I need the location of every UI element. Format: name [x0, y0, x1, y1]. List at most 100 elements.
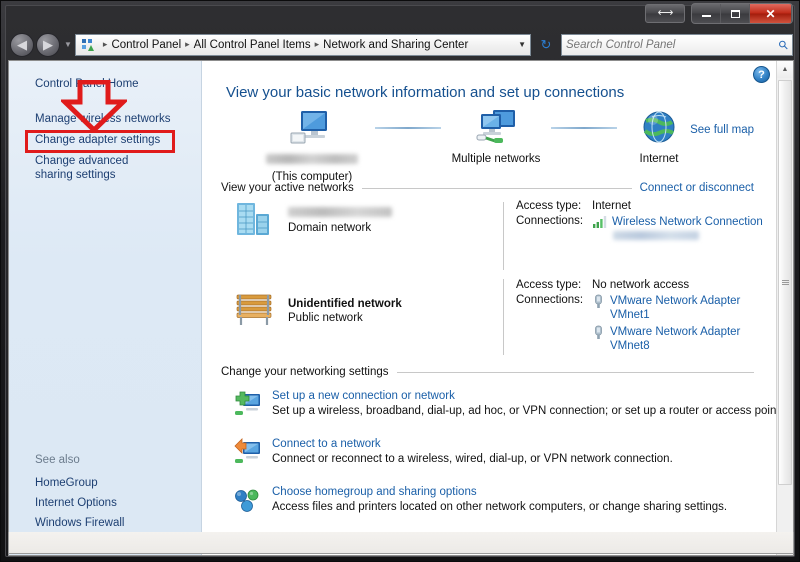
sidebar-item-internet-options[interactable]: Internet Options — [9, 493, 201, 513]
map-node-this-computer[interactable]: (This computer) — [247, 108, 377, 183]
active-networks-list: Domain network Access type: Internet Con… — [203, 198, 776, 365]
client-area: Control Panel Home Manage wireless netwo… — [8, 60, 794, 556]
wireless-ssid-blurred — [613, 231, 699, 240]
task-choose-homegroup: Choose homegroup and sharing options Acc… — [233, 486, 727, 513]
breadcrumb-separator: ▸ — [103, 39, 108, 50]
set-up-new-connection-description: Set up a wireless, broadband, dial-up, a… — [272, 405, 776, 417]
wireless-network-connection-link[interactable]: Wireless Network Connection — [612, 215, 763, 229]
breadcrumb-item-network-and-sharing-center[interactable]: Network and Sharing Center — [323, 39, 468, 51]
content-scroll-region: ? View your basic network information an… — [203, 61, 776, 555]
active-networks-title: View your active networks — [221, 182, 354, 194]
minimize-icon — [702, 15, 711, 17]
sidebar-item-windows-firewall[interactable]: Windows Firewall — [9, 513, 201, 533]
back-arrow-icon: ◀ — [17, 38, 27, 51]
refresh-icon: ↻ — [541, 37, 552, 53]
divider — [503, 279, 504, 355]
breadcrumb[interactable]: ▸ Control Panel ▸ All Control Panel Item… — [75, 34, 531, 56]
vmware-adapter-vmnet8-link[interactable]: VMware Network Adapter VMnet8 — [610, 325, 758, 353]
network-name-block: Unidentified network Public network — [288, 289, 402, 324]
network-identity[interactable]: Domain network — [233, 198, 392, 242]
see-full-map-link[interactable]: See full map — [690, 124, 754, 136]
scrollbar-grip-icon — [782, 279, 789, 286]
sidebar-links: Control Panel Home Manage wireless netwo… — [9, 61, 201, 184]
help-button[interactable]: ? — [753, 66, 770, 83]
network-details-domain: Access type: Internet Connections: — [516, 200, 763, 243]
connections-row: Connections: — [516, 215, 763, 240]
sidebar-item-homegroup[interactable]: HomeGroup — [9, 473, 201, 493]
divider — [397, 372, 755, 373]
see-also-section: See also HomeGroup Internet Options Wind… — [9, 454, 201, 533]
access-type-label: Access type: — [516, 279, 592, 291]
back-button[interactable]: ◀ — [10, 33, 34, 57]
access-type-row: Access type: Internet — [516, 200, 763, 212]
domain-server-icon — [233, 198, 277, 242]
connections-label: Connections: — [516, 215, 592, 227]
caption-button-group: ⟷ ✕ — [645, 3, 793, 24]
chevron-down-icon[interactable]: ▼ — [518, 35, 526, 55]
map-node-multiple-networks[interactable]: Multiple networks — [441, 108, 551, 165]
access-type-label: Access type: — [516, 200, 592, 212]
connection-item[interactable]: VMware Network Adapter VMnet8 — [592, 325, 758, 353]
sidebar: Control Panel Home Manage wireless netwo… — [9, 61, 202, 555]
choose-homegroup-link[interactable]: Choose homegroup and sharing options — [272, 486, 727, 498]
breadcrumb-separator: ▸ — [185, 39, 190, 50]
window-frame: ⟷ ✕ ◀ ▶ ▼ — [0, 0, 800, 562]
maximize-button[interactable] — [721, 4, 750, 23]
breadcrumb-item-control-panel[interactable]: Control Panel — [111, 39, 181, 51]
change-settings-header: Change your networking settings — [221, 366, 754, 378]
see-also-title: See also — [9, 454, 201, 473]
wireless-signal-icon — [592, 215, 607, 229]
computer-icon — [289, 108, 335, 148]
window-controls: ✕ — [691, 3, 793, 24]
search-input[interactable] — [566, 39, 779, 51]
globe-icon — [639, 108, 679, 148]
network-name-block: Domain network — [288, 198, 392, 234]
divider — [503, 202, 504, 270]
sidebar-item-change-adapter-settings[interactable]: Change adapter settings — [9, 131, 201, 149]
sidebar-item-manage-wireless-networks[interactable]: Manage wireless networks — [9, 110, 201, 128]
breadcrumb-separator: ▸ — [315, 39, 320, 50]
title-bar[interactable]: ⟷ ✕ — [1, 1, 800, 29]
map-node-internet[interactable]: Internet — [617, 108, 701, 165]
set-up-new-connection-link[interactable]: Set up a new connection or network — [272, 390, 776, 402]
left-right-arrow-icon: ⟷ — [658, 8, 673, 19]
connections-list: Wireless Network Connection — [592, 215, 763, 240]
scrollbar-thumb[interactable] — [778, 80, 792, 485]
multiple-networks-icon — [473, 108, 519, 148]
access-type-value: Internet — [592, 200, 631, 212]
content-pane: ? View your basic network information an… — [203, 61, 793, 555]
network-entry-domain: Domain network Access type: Internet Con… — [203, 198, 776, 279]
map-link-line — [375, 127, 441, 129]
breadcrumb-item-all-control-panel-items[interactable]: All Control Panel Items — [194, 39, 311, 51]
connection-item[interactable]: VMware Network Adapter VMnet1 — [592, 294, 758, 322]
active-networks-header: View your active networks Connect or dis… — [221, 182, 754, 194]
resize-arrows-button[interactable]: ⟷ — [645, 4, 685, 23]
network-identity[interactable]: Unidentified network Public network — [233, 289, 402, 329]
vertical-scrollbar[interactable]: ▲ ▼ — [776, 61, 793, 555]
network-adapter-icon — [592, 325, 605, 340]
minimize-button[interactable] — [692, 4, 721, 23]
network-type-domain: Domain network — [288, 222, 392, 234]
connection-item[interactable]: Wireless Network Connection — [592, 215, 763, 229]
sidebar-item-control-panel-home[interactable]: Control Panel Home — [9, 75, 201, 93]
connect-or-disconnect-link[interactable]: Connect or disconnect — [640, 182, 754, 194]
connections-list: VMware Network Adapter VMnet1 V — [592, 294, 758, 354]
connect-to-network-link[interactable]: Connect to a network — [272, 438, 673, 450]
divider — [362, 188, 632, 189]
address-bar: ◀ ▶ ▼ ▸ Control Panel ▸ All Control Pane… — [6, 30, 796, 59]
history-dropdown-button[interactable]: ▼ — [64, 40, 72, 49]
vmware-adapter-vmnet1-link[interactable]: VMware Network Adapter VMnet1 — [610, 294, 758, 322]
sidebar-item-change-advanced-sharing-settings[interactable]: Change advanced sharing settings — [9, 152, 159, 184]
connections-label: Connections: — [516, 294, 592, 306]
refresh-button[interactable]: ↻ — [535, 34, 557, 56]
park-bench-icon — [233, 289, 277, 329]
task-connect-to-network: Connect to a network Connect or reconnec… — [233, 438, 673, 465]
close-button[interactable]: ✕ — [750, 4, 792, 23]
search-box[interactable]: ⚲ — [561, 34, 793, 56]
this-computer-name-blurred — [266, 154, 358, 164]
scroll-up-button[interactable]: ▲ — [777, 61, 793, 78]
navigation-buttons: ◀ ▶ ▼ — [10, 33, 75, 57]
connect-network-icon — [233, 438, 263, 466]
forward-button[interactable]: ▶ — [36, 33, 60, 57]
network-type-public: Public network — [288, 312, 402, 324]
